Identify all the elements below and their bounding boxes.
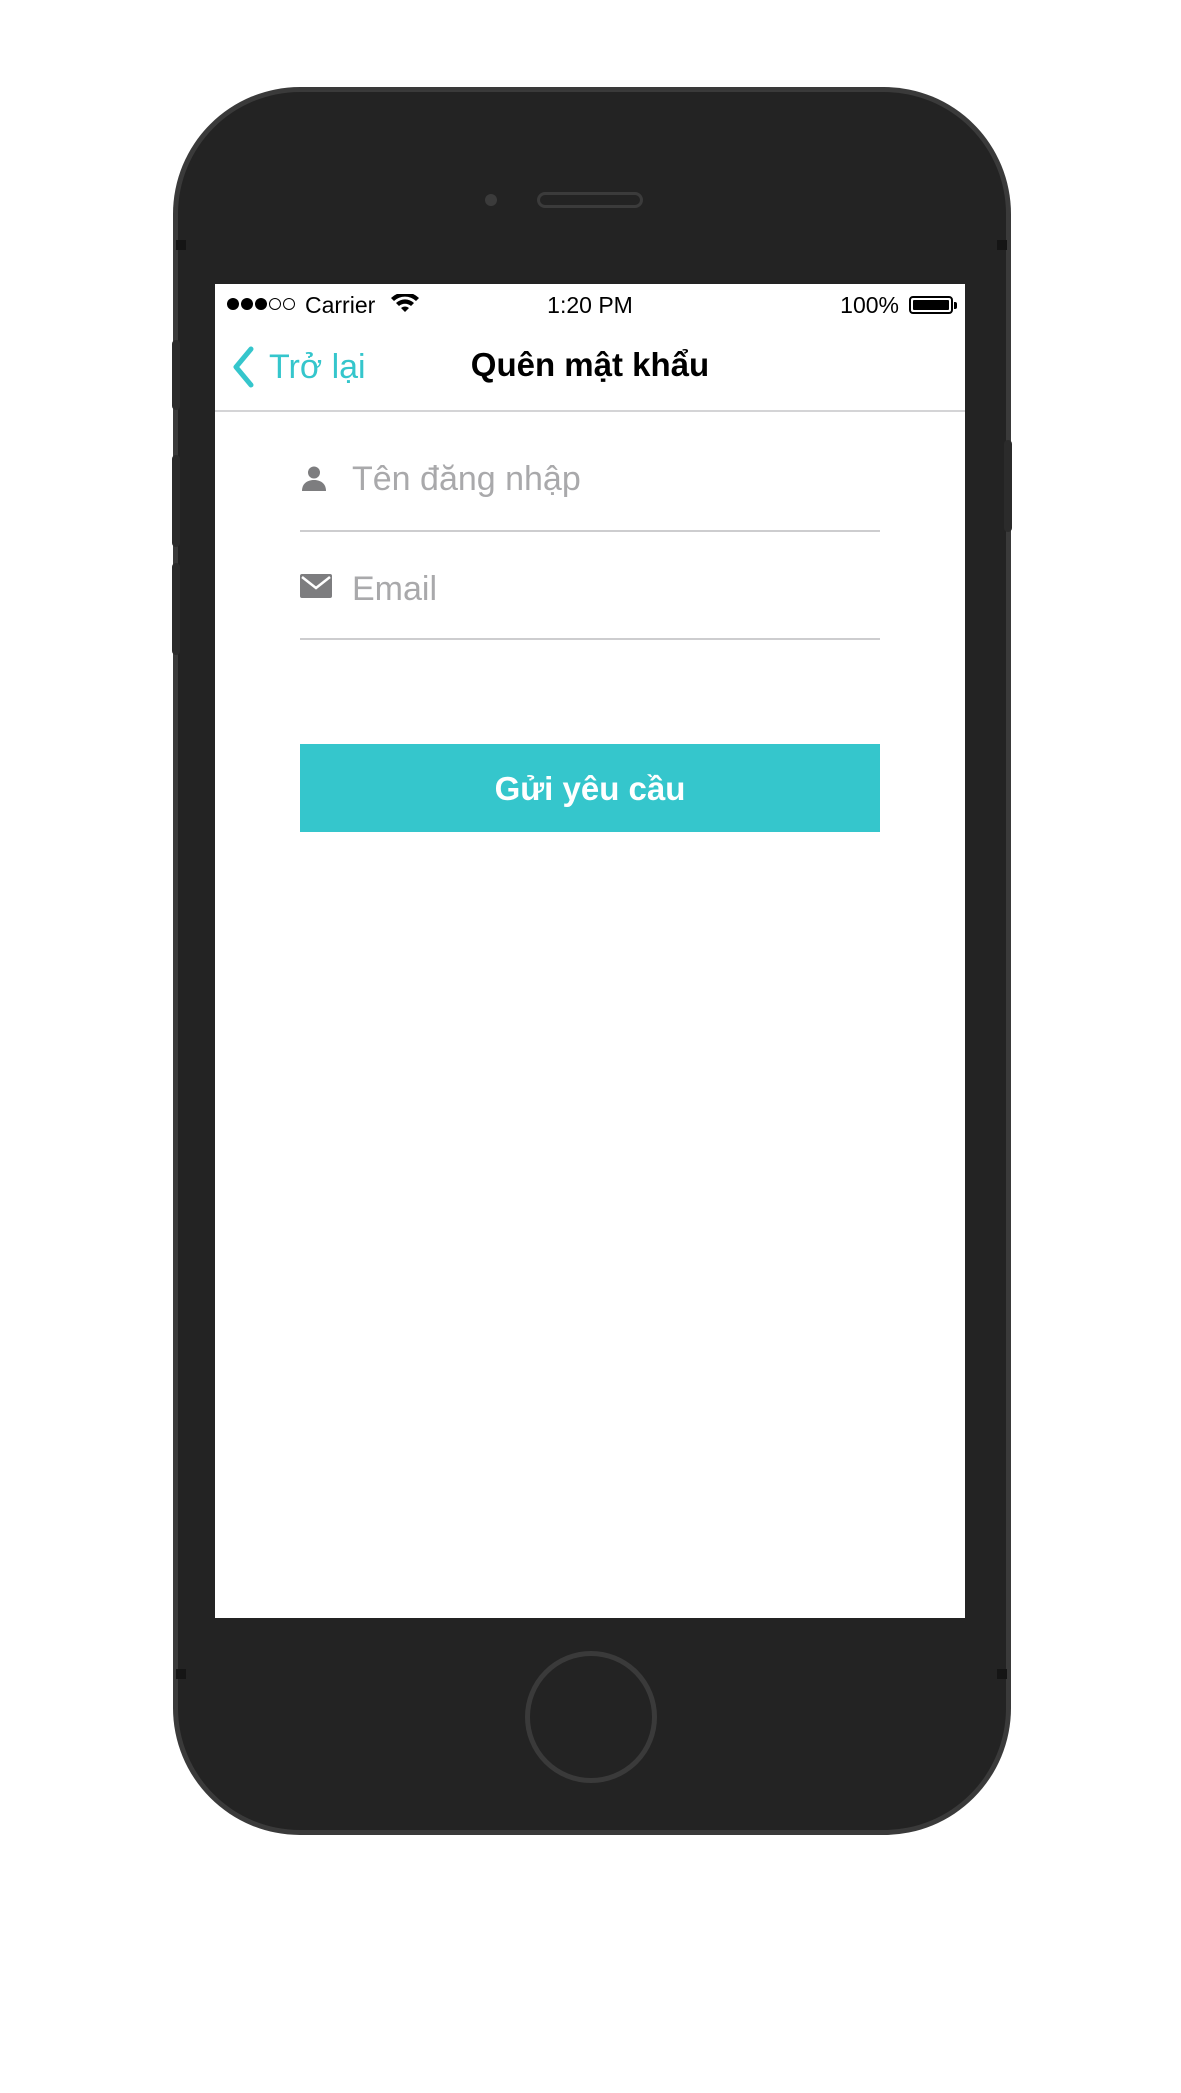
email-field[interactable] (300, 554, 880, 640)
battery-level (913, 300, 949, 310)
mute-switch (172, 340, 180, 410)
antenna-band (997, 1669, 1007, 1679)
battery-icon (909, 296, 953, 314)
email-input[interactable] (352, 566, 872, 612)
user-icon (302, 466, 326, 491)
front-camera (485, 194, 497, 206)
status-bar: Carrier 1:20 PM 100% (215, 284, 965, 324)
submit-request-button[interactable]: Gửi yêu cầu (300, 744, 880, 832)
earpiece-speaker (537, 192, 643, 208)
battery-percent: 100% (840, 292, 899, 318)
screen: Carrier 1:20 PM 100% Trở lại Quên mật kh… (215, 284, 965, 1618)
page-title: Quên mật khẩu (470, 346, 710, 383)
navigation-bar: Trở lại Quên mật khẩu (215, 324, 965, 412)
volume-down-button (172, 563, 180, 655)
antenna-band (176, 240, 186, 250)
username-input[interactable] (352, 456, 872, 502)
power-button (1004, 440, 1012, 532)
battery-tip (954, 302, 957, 309)
mail-icon (300, 574, 332, 598)
volume-up-button (172, 455, 180, 547)
antenna-band (997, 240, 1007, 250)
username-field[interactable] (300, 444, 880, 532)
home-button[interactable] (525, 1651, 657, 1783)
antenna-band (176, 1669, 186, 1679)
